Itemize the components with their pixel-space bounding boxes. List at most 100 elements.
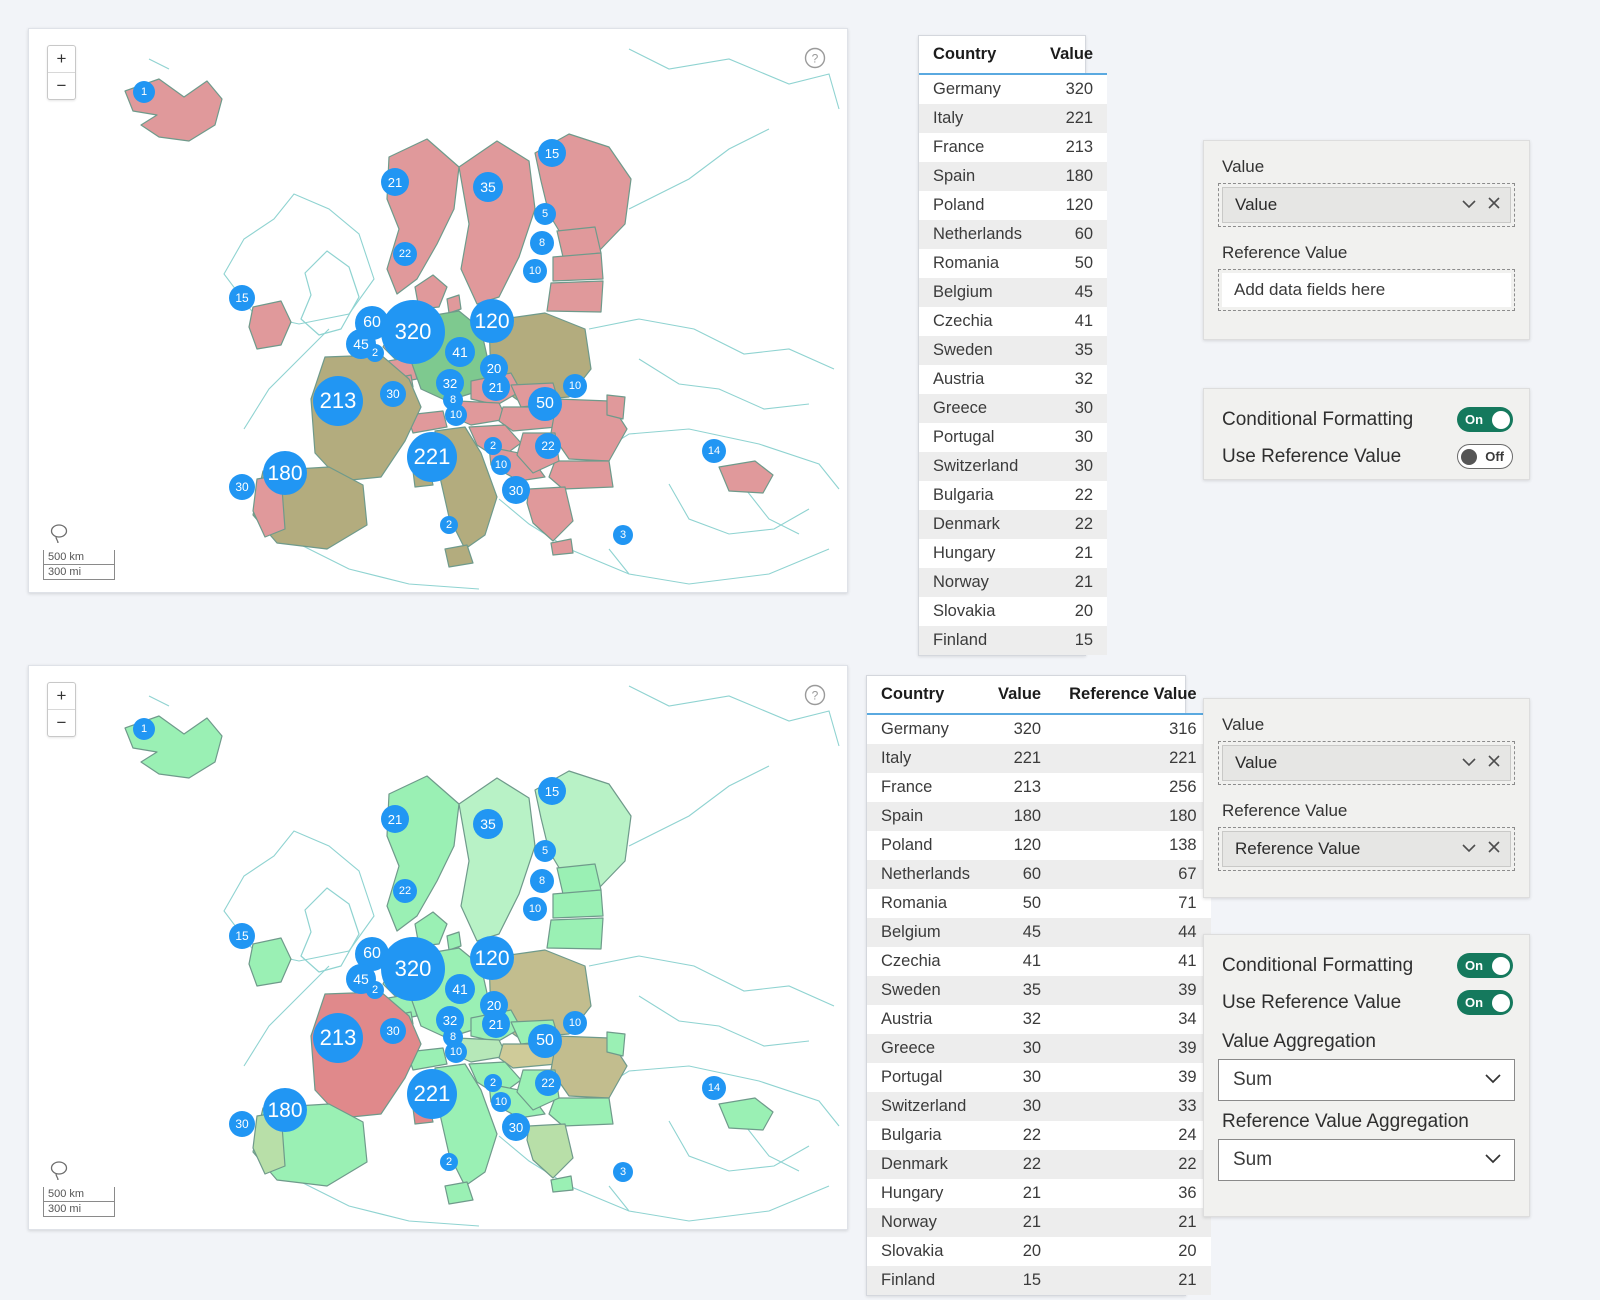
map-value-bubble[interactable]: 22 (535, 433, 561, 459)
map-value-bubble[interactable]: 10 (445, 404, 467, 426)
table-row[interactable]: Slovakia 20 (919, 597, 1108, 626)
close-icon[interactable] (1486, 753, 1502, 773)
value-aggregation-select[interactable]: Sum (1218, 1059, 1515, 1101)
reference-well-top[interactable]: Add data fields here (1218, 269, 1515, 311)
lasso-select-icon[interactable] (49, 1160, 115, 1185)
table-row[interactable]: Hungary 21 36 (867, 1179, 1211, 1208)
table-row[interactable]: Denmark 22 22 (867, 1150, 1211, 1179)
map-value-bubble[interactable]: 10 (563, 374, 587, 398)
table-row[interactable]: France 213 256 (867, 773, 1211, 802)
map-value-bubble[interactable]: 5 (534, 203, 556, 225)
col-header-reference-value[interactable]: Reference Value (1055, 676, 1211, 715)
table-row[interactable]: Hungary 21 (919, 539, 1108, 568)
chevron-down-icon[interactable] (1460, 195, 1478, 215)
table-row[interactable]: Greece 30 (919, 394, 1108, 423)
table-row[interactable]: Switzerland 30 33 (867, 1092, 1211, 1121)
map-card-bottom[interactable]: + − ? 500 km 300 mi (28, 665, 848, 1230)
table-row[interactable]: Austria 32 34 (867, 1005, 1211, 1034)
table-row[interactable]: Romania 50 (919, 249, 1108, 278)
map-value-bubble[interactable]: 3 (613, 1162, 633, 1182)
table-row[interactable]: Slovakia 20 20 (867, 1237, 1211, 1266)
map-value-bubble[interactable]: 30 (229, 1111, 255, 1137)
col-header-value[interactable]: Value (983, 676, 1056, 715)
map-value-bubble[interactable]: 30 (380, 1018, 406, 1044)
table-row[interactable]: Finland 15 (919, 626, 1108, 655)
table-row[interactable]: Belgium 45 (919, 278, 1108, 307)
help-circle-icon[interactable]: ? (803, 683, 827, 707)
value-field-pill-top[interactable]: Value (1222, 187, 1511, 223)
table-row[interactable]: Spain 180 180 (867, 802, 1211, 831)
help-circle-icon[interactable]: ? (803, 46, 827, 70)
table-row[interactable]: France 213 (919, 133, 1108, 162)
map-value-bubble[interactable]: 10 (491, 1092, 511, 1112)
map-value-bubble[interactable]: 320 (381, 300, 445, 364)
reference-field-pill-bottom[interactable]: Reference Value (1222, 831, 1511, 867)
map-value-bubble[interactable]: 15 (229, 923, 255, 949)
value-well-top[interactable]: Value (1218, 183, 1515, 227)
map-card-top[interactable]: + − ? 500 km 300 mi (28, 28, 848, 593)
map-value-bubble[interactable]: 221 (407, 432, 457, 482)
map-value-bubble[interactable]: 21 (482, 373, 510, 401)
map-value-bubble[interactable]: 22 (393, 879, 417, 903)
map-value-bubble[interactable]: 2 (366, 344, 384, 362)
table-row[interactable]: Germany 320 316 (867, 714, 1211, 744)
map-value-bubble[interactable]: 180 (263, 1088, 307, 1132)
map-value-bubble[interactable]: 10 (563, 1011, 587, 1035)
map-value-bubble[interactable]: 22 (393, 242, 417, 266)
map-value-bubble[interactable]: 3 (613, 525, 633, 545)
reference-well-bottom[interactable]: Reference Value (1218, 827, 1515, 871)
table-row[interactable]: Austria 32 (919, 365, 1108, 394)
close-icon[interactable] (1486, 195, 1502, 215)
use-reference-toggle-top[interactable]: Off (1457, 444, 1513, 469)
map-value-bubble[interactable]: 35 (473, 172, 503, 202)
map-value-bubble[interactable]: 50 (528, 387, 562, 421)
map-value-bubble[interactable]: 14 (702, 439, 726, 463)
map-value-bubble[interactable]: 120 (470, 936, 514, 980)
table-row[interactable]: Czechia 41 41 (867, 947, 1211, 976)
chevron-down-icon[interactable] (1482, 1069, 1504, 1091)
map-value-bubble[interactable]: 14 (702, 1076, 726, 1100)
map-value-bubble[interactable]: 10 (523, 897, 547, 921)
zoom-out-button-top[interactable]: − (48, 73, 75, 99)
table-row[interactable]: Sweden 35 (919, 336, 1108, 365)
map-value-bubble[interactable]: 5 (534, 840, 556, 862)
table-row[interactable]: Portugal 30 (919, 423, 1108, 452)
map-zoom-controls-top[interactable]: + − (47, 45, 76, 100)
map-value-bubble[interactable]: 320 (381, 937, 445, 1001)
map-value-bubble[interactable]: 30 (502, 1113, 530, 1141)
col-header-value[interactable]: Value (1035, 36, 1108, 75)
map-value-bubble[interactable]: 2 (440, 516, 458, 534)
map-value-bubble[interactable]: 30 (502, 476, 530, 504)
map-value-bubble[interactable]: 41 (445, 337, 475, 367)
map-value-bubble[interactable]: 8 (530, 869, 554, 893)
reference-aggregation-select[interactable]: Sum (1218, 1139, 1515, 1181)
map-value-bubble[interactable]: 213 (313, 376, 363, 426)
table-row[interactable]: Norway 21 (919, 568, 1108, 597)
chevron-down-icon[interactable] (1482, 1149, 1504, 1171)
table-row[interactable]: Poland 120 (919, 191, 1108, 220)
map-value-bubble[interactable]: 120 (470, 299, 514, 343)
map-value-bubble[interactable]: 10 (445, 1041, 467, 1063)
map-value-bubble[interactable]: 213 (313, 1013, 363, 1063)
map-value-bubble[interactable]: 15 (538, 139, 566, 167)
table-row[interactable]: Poland 120 138 (867, 831, 1211, 860)
map-value-bubble[interactable]: 2 (440, 1153, 458, 1171)
map-value-bubble[interactable]: 180 (263, 451, 307, 495)
map-value-bubble[interactable]: 8 (530, 231, 554, 255)
table-row[interactable]: Switzerland 30 (919, 452, 1108, 481)
use-reference-toggle-bottom[interactable]: On (1457, 990, 1513, 1015)
map-value-bubble[interactable]: 30 (380, 381, 406, 407)
map-value-bubble[interactable]: 41 (445, 974, 475, 1004)
table-row[interactable]: Portugal 30 39 (867, 1063, 1211, 1092)
value-field-pill-bottom[interactable]: Value (1222, 745, 1511, 781)
map-value-bubble[interactable]: 21 (381, 805, 409, 833)
value-well-bottom[interactable]: Value (1218, 741, 1515, 785)
map-value-bubble[interactable]: 221 (407, 1069, 457, 1119)
conditional-formatting-toggle-bottom[interactable]: On (1457, 953, 1513, 978)
table-row[interactable]: Bulgaria 22 (919, 481, 1108, 510)
table-row[interactable]: Germany 320 (919, 74, 1108, 104)
map-value-bubble[interactable]: 50 (528, 1024, 562, 1058)
table-row[interactable]: Italy 221 221 (867, 744, 1211, 773)
chevron-down-icon[interactable] (1460, 753, 1478, 773)
col-header-country[interactable]: Country (919, 36, 1036, 75)
